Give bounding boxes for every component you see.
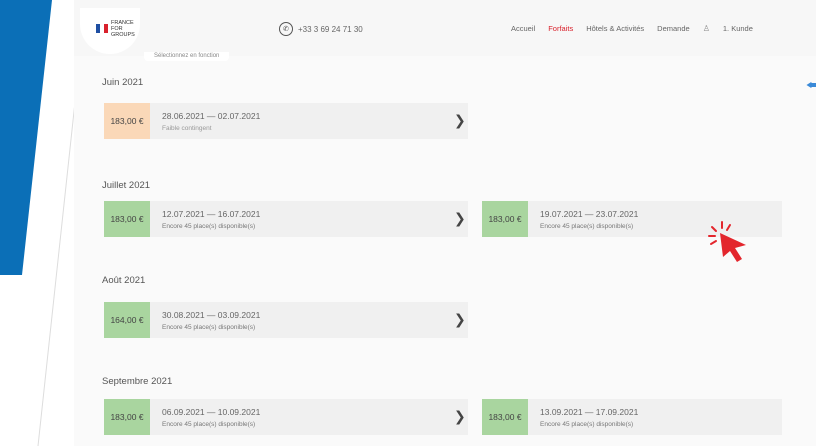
slot-availability: Encore 45 place(s) disponible(s) (162, 420, 256, 428)
date-slot-card[interactable]: 164,00 € 30.08.2021 — 03.09.2021 Encore … (104, 302, 468, 338)
slot-info: 19.07.2021 — 23.07.2021 Encore 45 place(… (540, 209, 638, 230)
date-slot-card[interactable]: 183,00 € 12.07.2021 — 16.07.2021 Encore … (104, 201, 468, 237)
slot-price: 183,00 € (482, 201, 528, 237)
phone-icon: ✆ (279, 22, 293, 36)
month-heading: Juillet 2021 (102, 180, 151, 191)
slot-info: 12.07.2021 — 16.07.2021 Encore 45 place(… (162, 209, 260, 230)
slot-price: 183,00 € (104, 201, 150, 237)
sub-tab[interactable]: Sélectionnez en fonction (144, 52, 230, 61)
slot-availability: Faible contingent (162, 124, 212, 132)
site-header: FRANCE FOR GROUPS ✆ +33 3 69 24 71 30 Ac… (74, 0, 816, 56)
user-icon: ♙ (702, 24, 710, 33)
slot-dates: 06.09.2021 — 10.09.2021 (162, 406, 261, 417)
slot-availability: Encore 45 place(s) disponible(s) (162, 323, 256, 331)
french-flag-icon (96, 24, 108, 33)
chevron-right-icon[interactable]: ❯ (454, 112, 466, 129)
slot-dates: 30.08.2021 — 03.09.2021 (162, 309, 261, 320)
slot-availability: Encore 45 place(s) disponible(s) (540, 420, 634, 428)
month-heading: Septembre 2021 (102, 376, 173, 387)
click-cursor-icon (708, 221, 746, 262)
logo-text: FRANCE FOR GROUPS (111, 20, 135, 38)
chevron-right-icon[interactable]: ❯ (454, 408, 466, 425)
slot-info: 13.09.2021 — 17.09.2021 Encore 45 place(… (540, 407, 638, 428)
slot-price: 183,00 € (104, 399, 150, 435)
nav-home[interactable]: Accueil (511, 24, 535, 33)
slot-dates: 19.07.2021 — 23.07.2021 (540, 208, 639, 219)
date-slot-card[interactable]: 183,00 € 28.06.2021 — 02.07.2021 Faible … (104, 103, 468, 139)
month-heading: Juin 2021 (102, 77, 144, 88)
slot-price: 164,00 € (104, 302, 150, 338)
date-slot-card[interactable]: 183,00 € 06.09.2021 — 10.09.2021 Encore … (104, 399, 468, 435)
slot-info: 30.08.2021 — 03.09.2021 Encore 45 place(… (162, 310, 260, 331)
nav-user-account[interactable]: ♙ 1. Kunde (703, 24, 766, 33)
main-nav: Accueil Forfaits Hôtels & Activités Dema… (511, 24, 779, 33)
back-arrow-icon[interactable]: ⮨ (806, 76, 816, 93)
slot-dates: 28.06.2021 — 02.07.2021 (162, 110, 261, 121)
slot-availability: Encore 45 place(s) disponible(s) (162, 222, 256, 230)
site-logo[interactable]: FRANCE FOR GROUPS (80, 8, 140, 54)
user-name: 1. Kunde (722, 24, 753, 33)
slot-dates: 12.07.2021 — 16.07.2021 (162, 208, 261, 219)
slot-price: 183,00 € (104, 103, 150, 139)
slot-info: 28.06.2021 — 02.07.2021 Faible contingen… (162, 111, 260, 132)
phone-number: +33 3 69 24 71 30 (298, 24, 363, 34)
booking-page: FRANCE FOR GROUPS ✆ +33 3 69 24 71 30 Ac… (74, 0, 816, 446)
nav-request[interactable]: Demande (657, 24, 690, 33)
slot-availability: Encore 45 place(s) disponible(s) (540, 222, 634, 230)
slot-price: 183,00 € (482, 399, 528, 435)
nav-hotels-activities[interactable]: Hôtels & Activités (586, 24, 644, 33)
slot-dates: 13.09.2021 — 17.09.2021 (540, 406, 639, 417)
phone-contact[interactable]: ✆ +33 3 69 24 71 30 (279, 22, 363, 36)
chevron-right-icon[interactable]: ❯ (454, 210, 466, 227)
chevron-right-icon[interactable]: ❯ (454, 311, 466, 328)
date-slot-card[interactable]: 183,00 € 13.09.2021 — 17.09.2021 Encore … (482, 399, 782, 435)
nav-packages[interactable]: Forfaits (548, 24, 573, 33)
slot-info: 06.09.2021 — 10.09.2021 Encore 45 place(… (162, 407, 260, 428)
month-heading: Août 2021 (102, 275, 146, 286)
